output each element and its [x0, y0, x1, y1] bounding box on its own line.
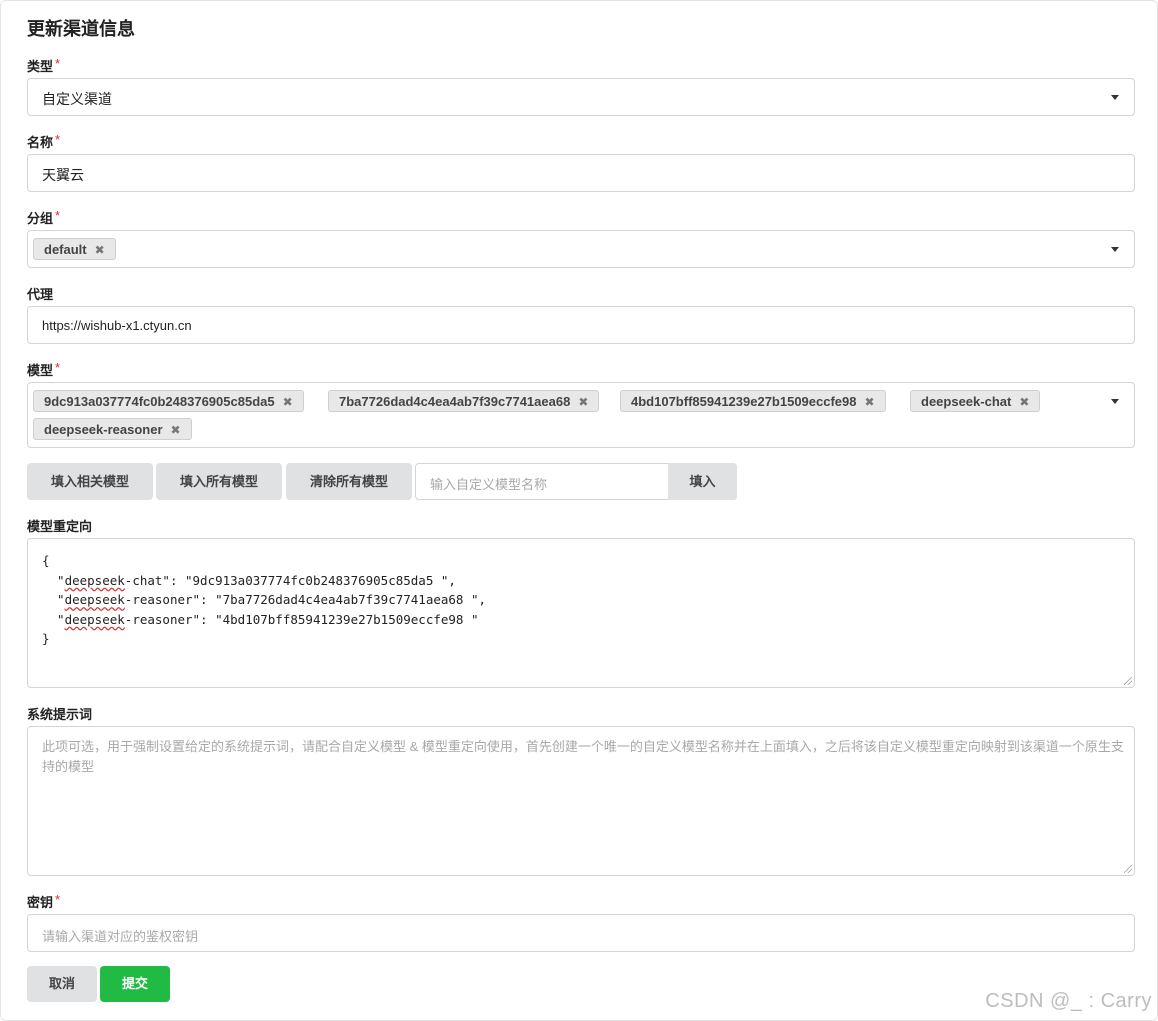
system-prompt-label: 系统提示词	[27, 707, 93, 722]
fill-custom-model-button[interactable]: 填入	[668, 463, 737, 500]
group-chip[interactable]: default ✖	[33, 238, 116, 260]
required-mark: *	[55, 132, 61, 147]
dropdown-caret-icon	[1111, 399, 1119, 404]
clear-all-models-button[interactable]: 清除所有模型	[286, 463, 412, 500]
spellcheck-word: deepseek	[64, 592, 125, 607]
cancel-button[interactable]: 取消	[27, 966, 97, 1002]
name-label: 名称 *	[27, 132, 61, 150]
dropdown-caret-icon	[1111, 247, 1119, 252]
required-mark: *	[55, 56, 61, 71]
required-mark: *	[55, 360, 61, 375]
remove-chip-icon[interactable]: ✖	[1019, 395, 1029, 409]
model-chip[interactable]: 4bd107bff85941239e27b1509eccfe98 ✖	[620, 390, 886, 412]
proxy-input[interactable]: https://wishub-x1.ctyun.cn	[27, 306, 1135, 344]
remove-chip-icon[interactable]: ✖	[578, 395, 588, 409]
model-mapping-label: 模型重定向	[27, 519, 93, 534]
name-input-value: 天翼云	[42, 167, 84, 183]
key-input[interactable]: 请输入渠道对应的鉴权密钥	[27, 914, 1135, 952]
models-label: 模型 *	[27, 360, 61, 378]
model-chip[interactable]: 7ba7726dad4c4ea4ab7f39c7741aea68 ✖	[328, 390, 600, 412]
type-label: 类型 *	[27, 56, 61, 74]
remove-chip-icon[interactable]: ✖	[283, 395, 293, 409]
required-mark: *	[55, 892, 61, 907]
remove-chip-icon[interactable]: ✖	[865, 395, 875, 409]
watermark: CSDN @_ : Carry	[985, 990, 1152, 1012]
dropdown-caret-icon	[1111, 95, 1119, 100]
model-chip[interactable]: 9dc913a037774fc0b248376905c85da5 ✖	[33, 390, 304, 412]
system-prompt-placeholder: 此项可选，用于强制设置给定的系统提示词，请配合自定义模型 & 模型重定向使用，首…	[42, 739, 1124, 774]
models-select[interactable]: 9dc913a037774fc0b248376905c85da5 ✖ 7ba772…	[27, 382, 1135, 448]
textarea-resize-icon[interactable]	[1124, 865, 1132, 873]
fill-related-models-button[interactable]: 填入相关模型	[27, 463, 153, 500]
custom-model-input[interactable]: 输入自定义模型名称	[430, 474, 547, 493]
system-prompt-textarea[interactable]: 此项可选，用于强制设置给定的系统提示词，请配合自定义模型 & 模型重定向使用，首…	[27, 726, 1135, 876]
group-label: 分组 *	[27, 208, 61, 226]
proxy-label: 代理	[27, 287, 54, 302]
page-title: 更新渠道信息	[27, 19, 135, 39]
submit-button[interactable]: 提交	[100, 966, 170, 1002]
textarea-resize-icon[interactable]	[1124, 677, 1132, 685]
custom-model-group: 输入自定义模型名称 填入	[415, 463, 737, 500]
name-input[interactable]: 天翼云	[27, 154, 1135, 192]
model-chip[interactable]: deepseek-reasoner ✖	[33, 418, 192, 440]
required-mark: *	[55, 208, 61, 223]
key-label: 密钥 *	[27, 892, 61, 910]
fill-all-models-button[interactable]: 填入所有模型	[156, 463, 282, 500]
model-mapping-code: { "deepseek-chat": "9dc913a037774fc0b248…	[42, 553, 487, 646]
model-chip[interactable]: deepseek-chat ✖	[910, 390, 1041, 412]
model-mapping-textarea[interactable]: { "deepseek-chat": "9dc913a037774fc0b248…	[27, 538, 1135, 688]
remove-chip-icon[interactable]: ✖	[171, 423, 181, 437]
proxy-input-value: https://wishub-x1.ctyun.cn	[42, 318, 192, 333]
type-select[interactable]: 自定义渠道	[27, 78, 1135, 116]
group-select[interactable]: default ✖	[27, 230, 1135, 268]
key-input-placeholder: 请输入渠道对应的鉴权密钥	[42, 929, 199, 944]
type-select-value: 自定义渠道	[42, 91, 112, 107]
spellcheck-word: deepseek	[64, 572, 125, 588]
remove-chip-icon[interactable]: ✖	[95, 243, 105, 257]
spellcheck-word: deepseek	[64, 611, 125, 627]
